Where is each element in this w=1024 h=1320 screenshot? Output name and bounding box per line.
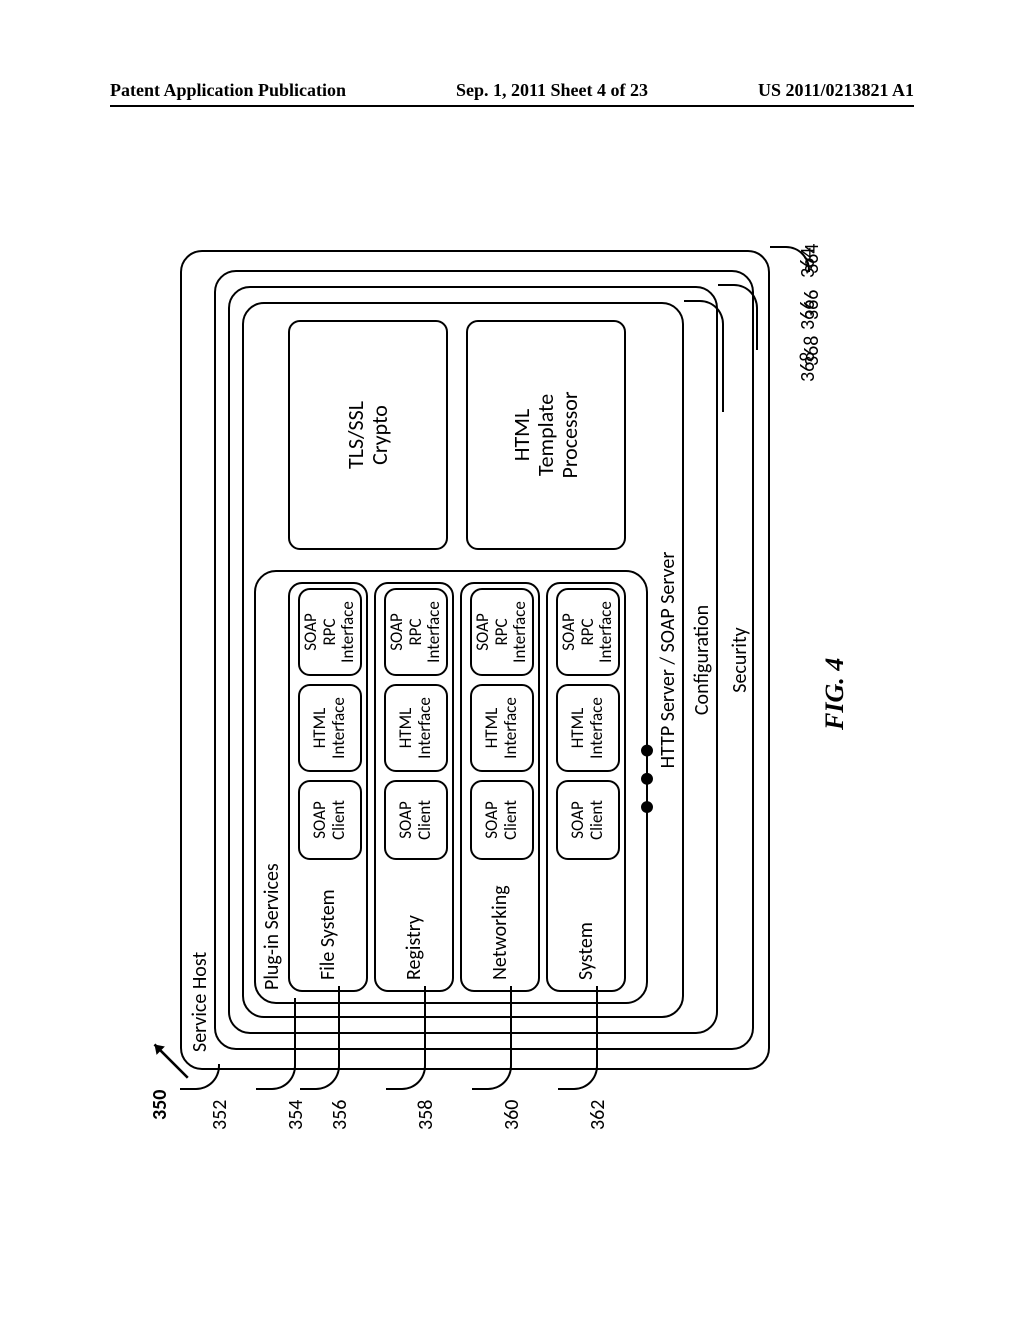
leader-358: [386, 986, 426, 1090]
ref-368b: 368: [796, 352, 820, 382]
ref-350: 350: [148, 1090, 172, 1120]
header-rule: [110, 105, 914, 107]
header-center: Sep. 1, 2011 Sheet 4 of 23: [456, 80, 648, 101]
soap-rpc-box: SOAP RPC Interface: [298, 588, 362, 676]
ellipsis-icon: • • •: [628, 740, 663, 815]
ref-362: 362: [586, 1100, 610, 1130]
leader-356: [300, 986, 340, 1090]
leader-366: [718, 284, 758, 350]
http-soap-label: HTTP Server / SOAP Server: [656, 302, 680, 1018]
soap-rpc-box: SOAP RPC Interface: [556, 588, 620, 676]
service-title: System: [548, 865, 624, 980]
soap-client-box: SOAP Client: [384, 780, 448, 860]
leader-362: [558, 986, 598, 1090]
ref-366b: 366: [796, 300, 820, 330]
html-interface-box: HTML Interface: [470, 684, 534, 772]
ref-354: 354: [284, 1100, 308, 1130]
leader-352: [180, 1064, 220, 1090]
service-host-label: Service Host: [188, 952, 212, 1052]
html-interface-box: HTML Interface: [384, 684, 448, 772]
service-title: Registry: [376, 865, 452, 980]
service-row-networking: Networking SOAP Client HTML Interface SO…: [460, 582, 540, 992]
ref-358: 358: [414, 1100, 438, 1130]
ref-352: 352: [208, 1100, 232, 1130]
soap-client-box: SOAP Client: [470, 780, 534, 860]
soap-rpc-box: SOAP RPC Interface: [384, 588, 448, 676]
soap-rpc-box: SOAP RPC Interface: [470, 588, 534, 676]
service-title: File System: [290, 865, 366, 980]
service-row-registry: Registry SOAP Client HTML Interface SOAP…: [374, 582, 454, 992]
ref-360: 360: [500, 1100, 524, 1130]
ref-356: 356: [328, 1100, 352, 1130]
html-template-box: HTML Template Processor: [466, 320, 626, 550]
header-right: US 2011/0213821 A1: [758, 80, 914, 101]
leader-360: [472, 986, 512, 1090]
leader-368: [684, 300, 724, 412]
soap-client-box: SOAP Client: [298, 780, 362, 860]
plugin-services-label: Plug-in Services: [260, 863, 284, 990]
figure-caption: FIG. 4: [820, 658, 850, 730]
html-interface-box: HTML Interface: [298, 684, 362, 772]
service-title: Networking: [462, 865, 538, 980]
leader-354: [256, 998, 296, 1090]
service-row-file-system: File System SOAP Client HTML Interface S…: [288, 582, 368, 992]
figure-4: 350 Service Host Security Configuration …: [160, 230, 860, 1130]
tls-ssl-box: TLS/SSL Crypto: [288, 320, 448, 550]
html-interface-box: HTML Interface: [556, 684, 620, 772]
ref-364b: 364: [796, 248, 820, 278]
header-left: Patent Application Publication: [110, 80, 346, 101]
security-label: Security: [728, 270, 752, 1050]
service-row-system: System SOAP Client HTML Interface SOAP R…: [546, 582, 626, 992]
soap-client-box: SOAP Client: [556, 780, 620, 860]
